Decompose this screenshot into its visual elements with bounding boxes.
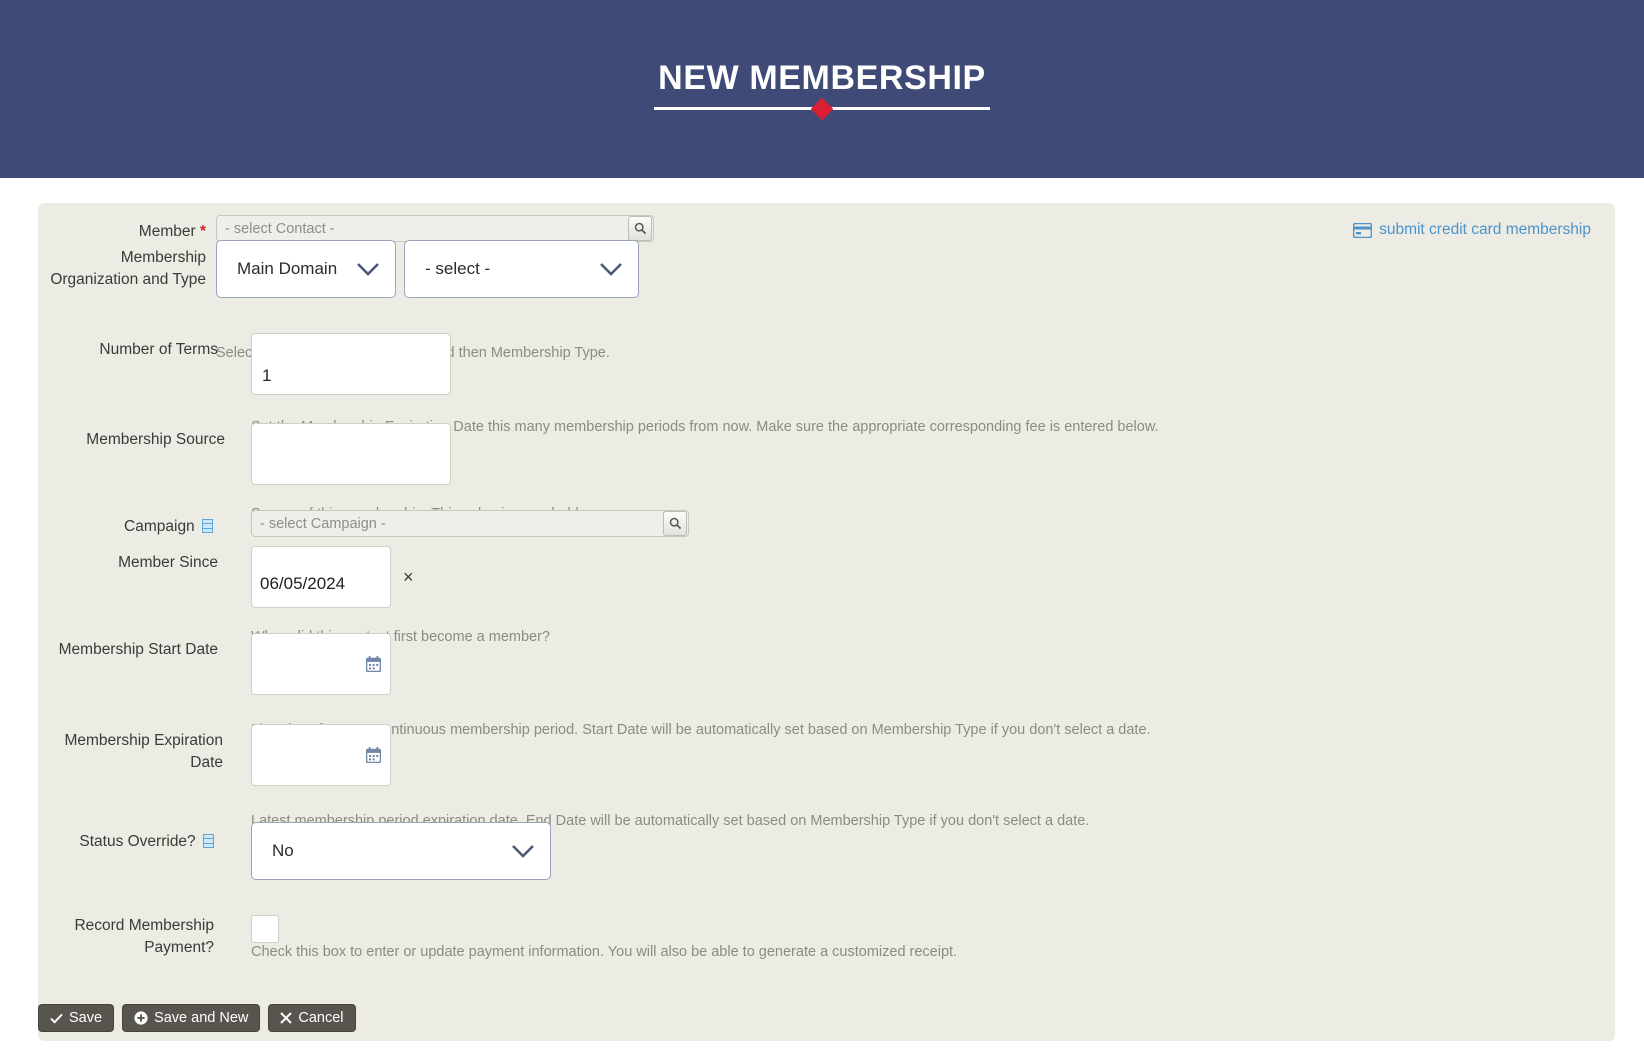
membership-org-type-label: Membership Organization and Type	[50, 249, 206, 288]
membership-start-date-label: Membership Start Date	[58, 641, 218, 658]
record-membership-payment-hint: Check this box to enter or update paymen…	[251, 944, 958, 960]
calendar-icon[interactable]	[366, 747, 381, 763]
campaign-field	[251, 510, 689, 537]
record-membership-payment-field	[251, 915, 279, 943]
membership-organization-value: Main Domain	[237, 259, 338, 278]
check-icon	[50, 1013, 63, 1024]
member-search-button[interactable]	[628, 216, 652, 241]
membership-organization-select[interactable]: Main Domain	[216, 240, 396, 298]
campaign-search-button[interactable]	[663, 511, 687, 536]
cancel-button-label: Cancel	[298, 1010, 344, 1026]
record-membership-payment-label: Record Membership Payment?	[74, 917, 214, 956]
membership-start-date-field	[251, 633, 391, 695]
x-icon	[280, 1012, 293, 1024]
status-override-select[interactable]: No	[251, 822, 551, 880]
membership-expiration-date-datebox-wrap	[251, 724, 391, 786]
membership-type-select[interactable]: - select -	[404, 240, 639, 298]
membership-source-field	[251, 423, 451, 485]
membership-org-type-field: Main Domain - select -	[216, 240, 639, 298]
membership-type-value: - select -	[425, 259, 491, 278]
help-glyph-icon[interactable]	[202, 519, 213, 533]
member-since-field: ×	[251, 546, 414, 608]
number-of-terms-field	[251, 333, 451, 395]
membership-expiration-date-field	[251, 724, 391, 786]
member-field	[216, 215, 654, 242]
magnifier-icon	[634, 222, 646, 235]
member-label: Member *	[38, 221, 206, 243]
help-glyph-icon[interactable]	[203, 834, 214, 848]
save-button-label: Save	[69, 1010, 103, 1026]
page-title: NEW MEMBERSHIP	[654, 58, 990, 121]
save-and-new-button-label: Save and New	[154, 1010, 249, 1026]
member-search-box[interactable]	[216, 215, 654, 242]
calendar-icon[interactable]	[366, 656, 381, 672]
number-of-terms-label: Number of Terms	[99, 341, 218, 358]
campaign-label-text: Campaign	[124, 518, 195, 535]
member-since-input[interactable]	[251, 546, 391, 608]
record-membership-payment-checkbox[interactable]	[251, 915, 279, 943]
member-required-marker: *	[199, 223, 206, 240]
campaign-label: Campaign	[38, 516, 213, 538]
submit-credit-card-membership-link[interactable]: submit credit card membership	[1353, 221, 1591, 239]
campaign-search-input[interactable]	[252, 511, 663, 536]
page-title-wrapper: NEW MEMBERSHIP	[0, 58, 1644, 121]
member-since-clear-button[interactable]: ×	[403, 567, 414, 587]
form-panel: submit credit card membership Member * -…	[38, 203, 1615, 1041]
chevron-down-icon	[355, 261, 381, 277]
submit-credit-card-membership-label: submit credit card membership	[1379, 221, 1591, 238]
cancel-button[interactable]: Cancel	[268, 1004, 356, 1032]
page-header: NEW MEMBERSHIP	[0, 0, 1644, 178]
save-button[interactable]: Save	[38, 1004, 115, 1032]
status-override-field: No	[251, 822, 551, 880]
status-override-label-text: Status Override?	[79, 833, 196, 850]
member-since-label: Member Since	[118, 554, 218, 571]
membership-source-input[interactable]	[251, 423, 451, 485]
member-since-datebox-wrap: ×	[251, 546, 414, 608]
chevron-down-icon	[598, 261, 624, 277]
campaign-search-box[interactable]	[251, 510, 689, 537]
save-and-new-button[interactable]: Save and New	[122, 1004, 261, 1032]
credit-card-icon	[1353, 222, 1373, 238]
number-of-terms-input[interactable]	[251, 333, 451, 395]
title-diamond-accent	[810, 97, 834, 121]
member-search-input[interactable]	[217, 216, 628, 241]
chevron-down-icon	[510, 843, 536, 859]
status-override-value: No	[272, 841, 294, 860]
membership-expiration-date-label: Membership Expiration Date	[64, 732, 223, 771]
plus-circle-icon	[134, 1011, 148, 1025]
membership-start-date-datebox-wrap	[251, 633, 391, 695]
membership-source-label: Membership Source	[86, 431, 225, 448]
status-override-label: Status Override?	[24, 831, 214, 853]
member-label-text: Member	[138, 223, 196, 240]
form-action-buttons: Save Save and New Cancel	[38, 1004, 356, 1032]
magnifier-icon	[669, 517, 681, 530]
